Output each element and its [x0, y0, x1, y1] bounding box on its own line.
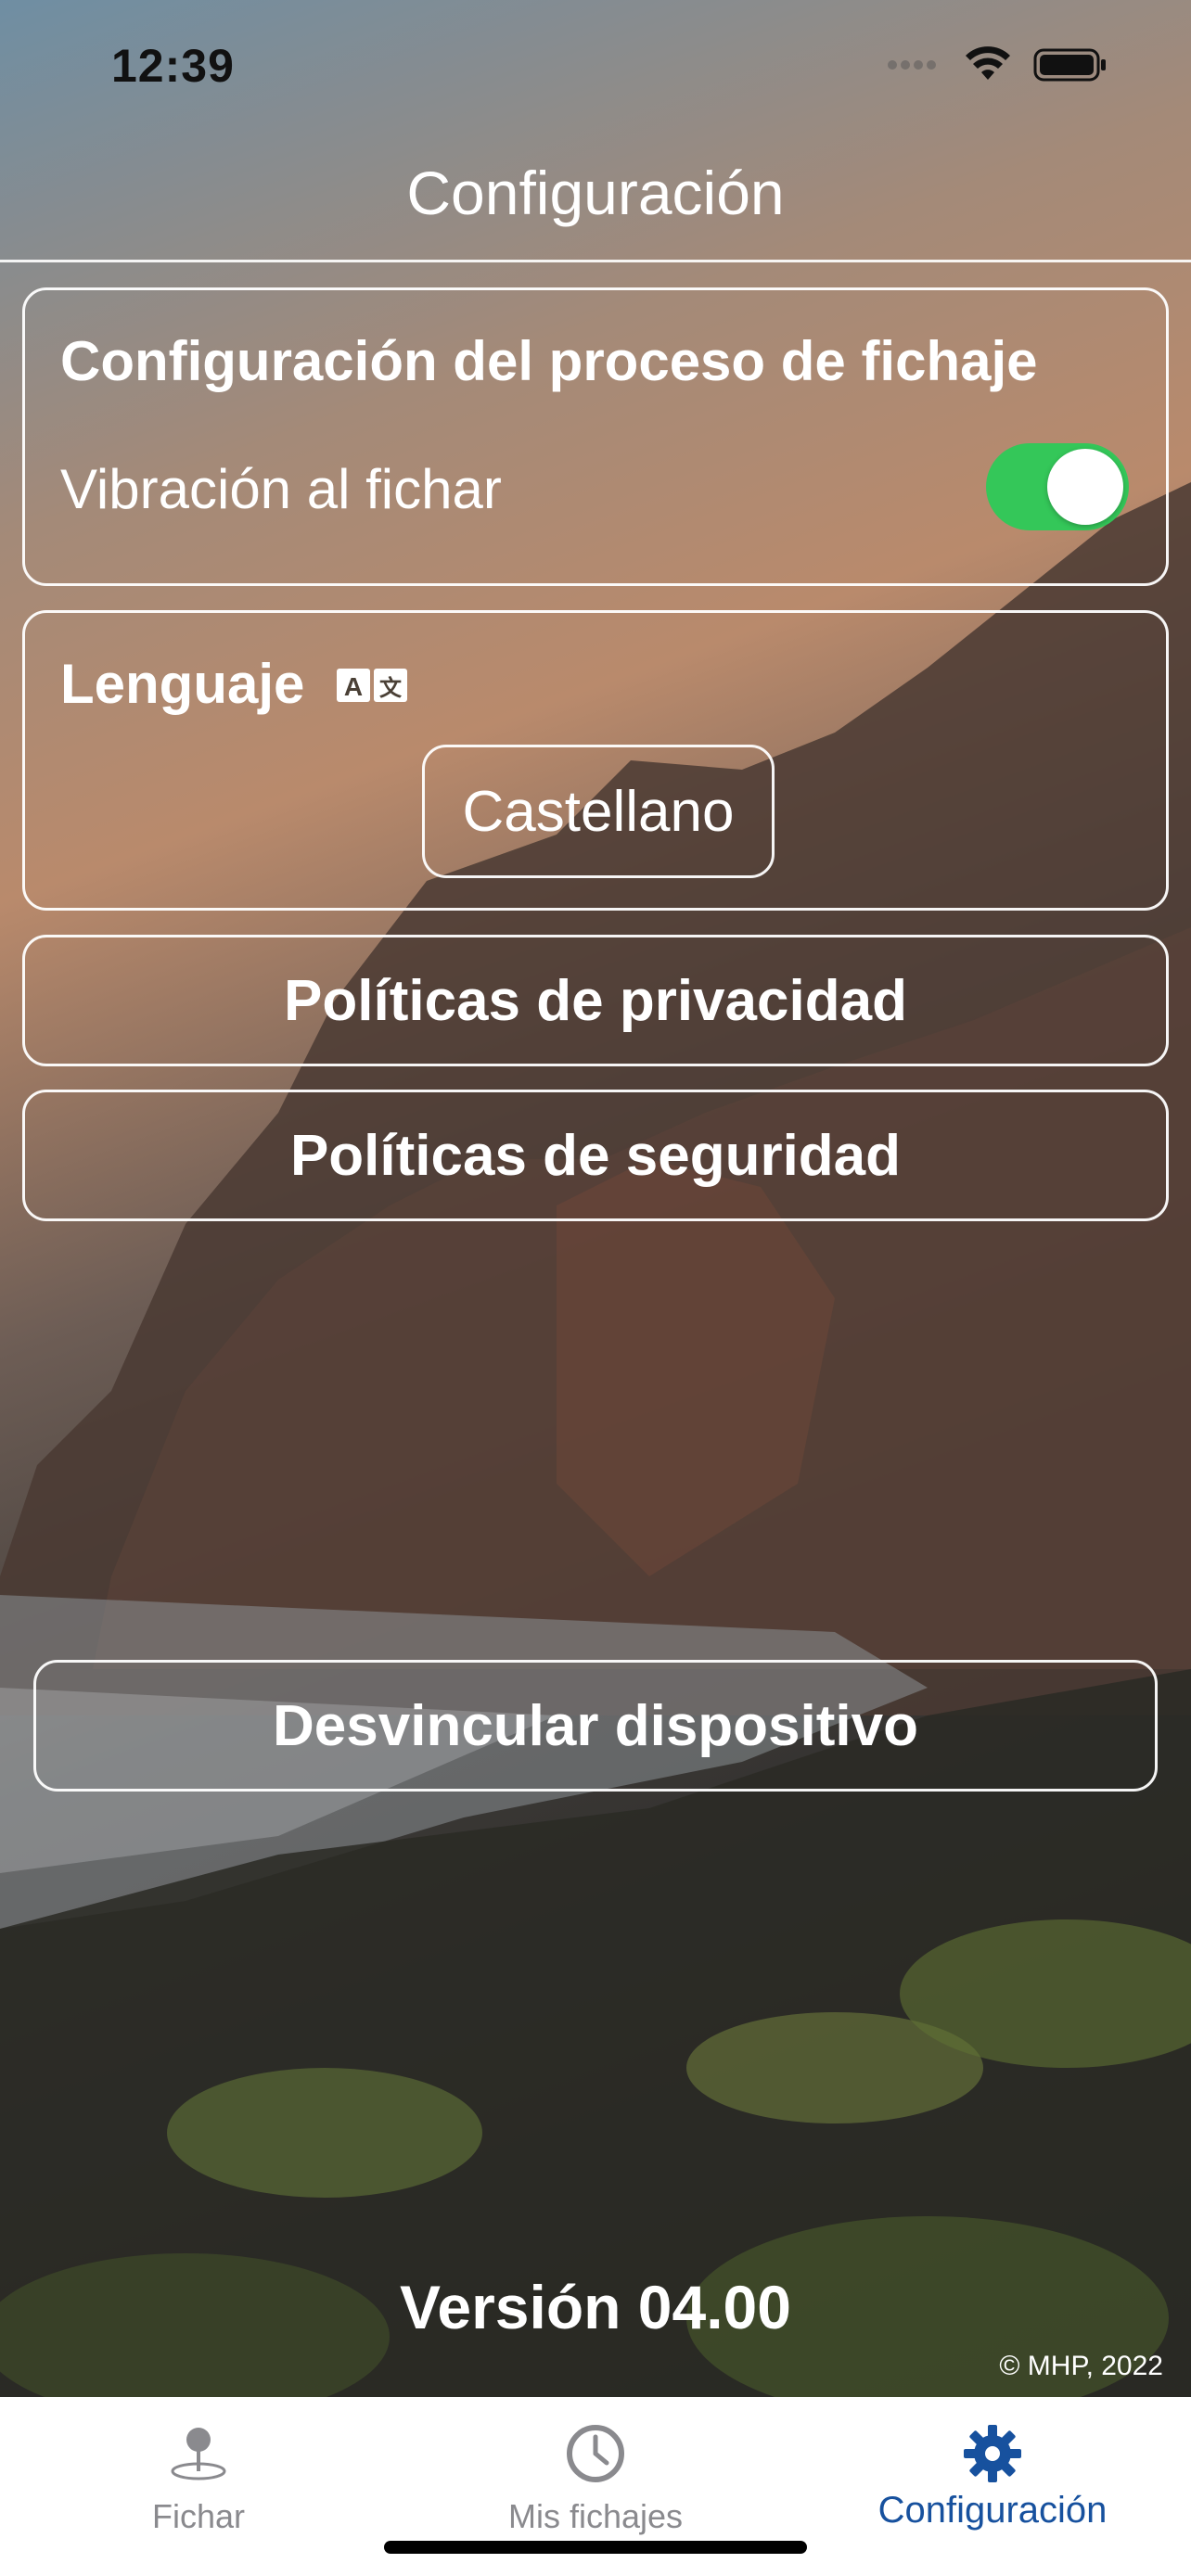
- vibration-toggle[interactable]: [986, 443, 1129, 530]
- svg-text:文: 文: [379, 675, 403, 701]
- status-icons: [887, 46, 1108, 83]
- status-time: 12:39: [111, 40, 235, 92]
- signal-icon: [888, 60, 936, 70]
- copyright-label: © MHP, 2022: [999, 2351, 1163, 2381]
- clock-icon: [567, 2425, 624, 2482]
- privacy-policy-button[interactable]: Políticas de privacidad: [22, 935, 1169, 1066]
- clocking-settings-title: Configuración del proceso de fichaje: [60, 330, 1038, 392]
- language-select[interactable]: Castellano: [422, 745, 775, 878]
- battery-icon: [1033, 48, 1106, 82]
- tab-configuracion[interactable]: Configuración: [794, 2397, 1191, 2545]
- home-indicator: [384, 2541, 807, 2554]
- unlink-device-button[interactable]: Desvincular dispositivo: [33, 1660, 1158, 1792]
- gear-icon: [964, 2425, 1021, 2482]
- version-label: Versión 04.00: [400, 2273, 791, 2341]
- tab-label: Mis fichajes: [507, 2497, 684, 2535]
- clocking-settings-card: Configuración del proceso de fichaje Vib…: [22, 287, 1169, 586]
- vibration-label: Vibración al fichar: [60, 458, 502, 520]
- toggle-knob: [1047, 449, 1123, 525]
- header-divider: [0, 260, 1191, 262]
- tab-fichar[interactable]: Fichar: [0, 2397, 397, 2545]
- language-card: Lenguaje A 文 Castellano: [22, 610, 1169, 911]
- tab-label: Fichar: [151, 2497, 246, 2535]
- wifi-icon: [966, 46, 1010, 80]
- page-title: Configuración: [406, 159, 785, 227]
- tab-mis-fichajes[interactable]: Mis fichajes: [397, 2397, 794, 2545]
- language-title: Lenguaje: [60, 653, 305, 715]
- tab-label: Configuración: [877, 2490, 1108, 2531]
- security-policy-button[interactable]: Políticas de seguridad: [22, 1090, 1169, 1221]
- map-pin-icon: [171, 2428, 226, 2480]
- svg-text:A: A: [344, 672, 363, 701]
- translate-icon: A 文: [337, 669, 407, 702]
- status-bar: 12:39: [0, 0, 1191, 130]
